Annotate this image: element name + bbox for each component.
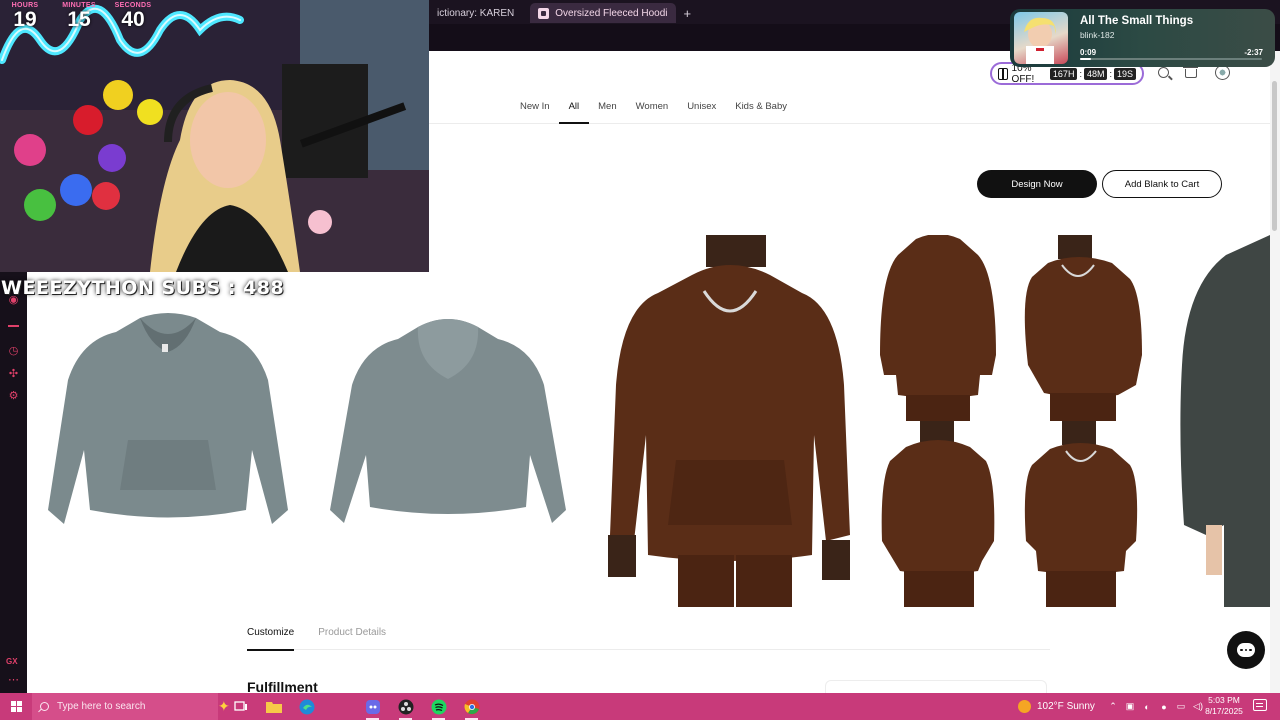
timer-value: 19 [13, 8, 37, 31]
settings-icon[interactable]: ⚙ [7, 390, 20, 403]
chrome-icon[interactable] [462, 697, 481, 720]
timer-value: 15 [67, 8, 91, 31]
gray-hoodie-back-image[interactable] [322, 315, 574, 527]
track-progress-bar [1080, 58, 1262, 60]
promo-countdown: 167H : 48M : 19S [1049, 67, 1136, 80]
tab-dictionary[interactable]: ictionary: KAREN [429, 3, 522, 23]
tab-product-details[interactable]: Product Details [318, 620, 386, 650]
search-icon [40, 702, 49, 711]
search-highlight-icon: ✦ [218, 698, 230, 714]
nav-men[interactable]: Men [598, 96, 616, 124]
add-blank-to-cart-button[interactable]: Add Blank to Cart [1102, 170, 1222, 198]
brown-hoodie-front-thumb[interactable] [1018, 421, 1144, 607]
webcam-overlay: HOURS 19 MINUTES 15 SECONDS 40 [0, 0, 429, 272]
taskbar-search[interactable]: Type here to search ✦ [32, 693, 230, 720]
track-artist: blink-182 [1080, 30, 1115, 40]
category-nav: New In All Men Women Unisex Kids & Baby [520, 96, 806, 124]
spotify-icon[interactable] [429, 697, 448, 720]
obs-icon[interactable] [396, 697, 415, 720]
brown-hoodie-pose-thumb[interactable] [878, 421, 998, 607]
clock-date: 8/17/2025 [1205, 706, 1243, 716]
track-title: All The Small Things [1080, 15, 1194, 27]
countdown-separator: : [1109, 68, 1112, 79]
design-now-button[interactable]: Design Now [977, 170, 1097, 198]
product-tabs: Customize Product Details [247, 620, 1050, 651]
search-icon[interactable] [1158, 67, 1169, 78]
charcoal-hoodie-partial-image[interactable] [1176, 235, 1270, 607]
site-favicon-icon [538, 7, 550, 19]
chat-button[interactable] [1227, 631, 1265, 669]
windows-taskbar: Type here to search ✦ 102°F Sunny ⌃ ▣ ◐ … [0, 693, 1280, 720]
track-elapsed: 0:09 [1080, 48, 1097, 57]
screen: ictionary: KAREN Oversized Fleeced Hoodi… [0, 0, 1280, 720]
new-tab-button[interactable]: + [684, 6, 692, 21]
clock-time: 5:03 PM [1208, 695, 1240, 705]
brown-hoodie-back-thumb[interactable] [878, 235, 998, 421]
sunny-weather-icon [1018, 700, 1031, 713]
notifications-icon[interactable] [1253, 699, 1267, 711]
tab-strip: ictionary: KAREN Oversized Fleeced Hoodi… [429, 2, 691, 24]
nav-all[interactable]: All [558, 96, 589, 124]
countdown-separator: : [1079, 68, 1082, 79]
album-cover-image [1014, 12, 1068, 64]
gray-hoodie-front-image[interactable] [40, 310, 296, 530]
timer-minutes: MINUTES 15 [56, 2, 102, 32]
system-tray: ⌃ ▣ ◐ ● ▭ ◁) [1108, 693, 1203, 720]
tab-customize[interactable]: Customize [247, 620, 295, 651]
timer-hours: HOURS 19 [2, 2, 48, 32]
edge-icon[interactable] [297, 697, 316, 716]
brown-hoodie-model-image[interactable] [606, 235, 854, 607]
now-playing-widget: All The Small Things blink-182 0:09 -2:3… [1010, 9, 1275, 67]
task-view-icon[interactable] [231, 697, 250, 716]
tab-label: Oversized Fleeced Hoodi [555, 7, 668, 19]
brown-hoodie-side-thumb[interactable] [1018, 235, 1144, 421]
tab-hoodie[interactable]: Oversized Fleeced Hoodi [530, 3, 676, 23]
taskbar-search-placeholder: Type here to search [57, 701, 146, 712]
network-icon[interactable]: ▭ [1176, 701, 1186, 712]
discord-icon[interactable] [363, 697, 382, 720]
account-icon[interactable] [1215, 65, 1230, 80]
gx-icon[interactable]: GX [6, 657, 18, 666]
taskbar-clock[interactable]: 5:03 PM 8/17/2025 [1200, 695, 1248, 717]
page-scrollbar[interactable] [1270, 51, 1280, 693]
chevron-up-icon[interactable]: ⌃ [1108, 701, 1118, 712]
more-icon[interactable]: ⋯ [7, 674, 20, 687]
track-remaining: -2:37 [1244, 48, 1263, 57]
gift-icon [998, 67, 1008, 80]
nav-women[interactable]: Women [636, 96, 669, 124]
chat-icon [1237, 643, 1255, 657]
weather-text: 102°F Sunny [1037, 701, 1095, 712]
divider [8, 325, 19, 327]
extensions-icon[interactable]: ✣ [7, 368, 20, 381]
webcam-feed-image [0, 0, 429, 272]
album-art-icon [1024, 17, 1056, 64]
countdown-minutes: 48M [1083, 67, 1108, 80]
cart-icon[interactable] [1183, 66, 1198, 78]
subs-counter-banner: WEEEZYTHON SUBS : 488 [1, 277, 285, 299]
countdown-hours: 167H [1049, 67, 1078, 80]
file-explorer-icon[interactable] [264, 697, 283, 716]
tray-app-icon[interactable]: ◐ [1142, 702, 1152, 712]
stream-timer: HOURS 19 MINUTES 15 SECONDS 40 [2, 2, 156, 32]
tray-app-icon[interactable]: ▣ [1125, 701, 1135, 712]
fulfillment-panel [825, 680, 1047, 694]
nav-kids-baby[interactable]: Kids & Baby [735, 96, 787, 124]
nav-unisex[interactable]: Unisex [687, 96, 716, 124]
history-icon[interactable]: ◷ [7, 345, 20, 358]
countdown-seconds: 19S [1113, 67, 1136, 80]
track-progress-fill [1080, 58, 1091, 60]
scrollbar-thumb[interactable] [1272, 81, 1277, 231]
nav-new-in[interactable]: New In [520, 96, 550, 124]
timer-value: 40 [121, 8, 145, 31]
browser-sidebar: ◉ ◷ ✣ ⚙ GX ⋯ [0, 272, 27, 693]
microphone-icon[interactable]: ● [1159, 702, 1169, 712]
timer-seconds: SECONDS 40 [110, 2, 156, 32]
tab-label: ictionary: KAREN [437, 7, 515, 19]
windows-logo-icon [10, 701, 22, 712]
weather-widget[interactable]: 102°F Sunny [1018, 693, 1095, 720]
start-button[interactable] [0, 693, 32, 720]
